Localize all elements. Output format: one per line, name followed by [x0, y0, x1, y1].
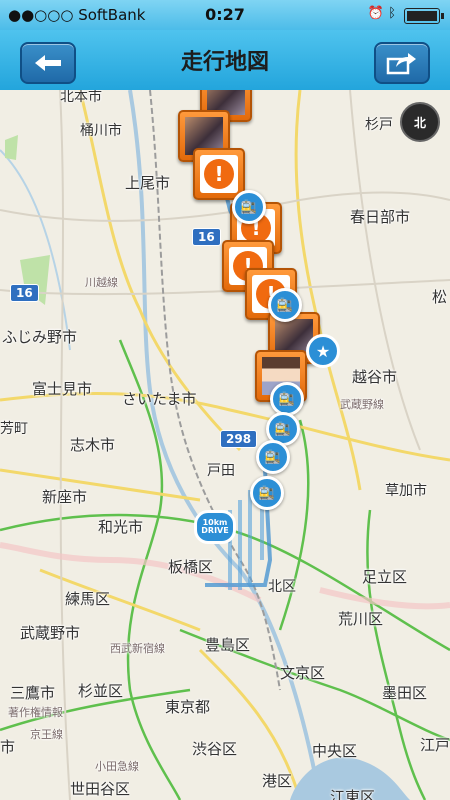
place-label: さいたま市	[122, 390, 197, 408]
highway-shield: 16	[192, 228, 221, 246]
place-label: 渋谷区	[192, 740, 238, 758]
alert-icon: !	[204, 159, 234, 189]
place-label: 荒川区	[338, 610, 384, 628]
place-label: 東京都	[165, 698, 211, 716]
train-stop-icon[interactable]: 🚉	[256, 440, 290, 474]
rail-label: 京王線	[30, 728, 63, 741]
place-label: 越谷市	[352, 368, 398, 386]
place-label: 練馬区	[65, 590, 111, 608]
map-view[interactable]: 北本市 桶川市 上尾市 杉戸 春日部市 川越線 ふじみ野市 富士見市 さいたま市…	[0, 90, 450, 800]
place-label: 芳町	[0, 421, 28, 437]
navigation-bar: 走行地図	[0, 30, 450, 91]
place-label: 戸田	[207, 463, 235, 479]
train-stop-icon[interactable]: 🚉	[250, 476, 284, 510]
rail-label: 武蔵野線	[340, 398, 384, 411]
place-label: 北本市	[60, 90, 102, 105]
drive-distance-badge[interactable]: 10km DRIVE	[194, 510, 236, 544]
place-label: 杉戸	[365, 117, 393, 133]
rail-label: 小田急線	[95, 760, 139, 773]
place-label: 和光市	[98, 518, 144, 536]
train-stop-icon[interactable]: 🚉	[232, 190, 266, 224]
share-icon	[386, 53, 416, 75]
place-label: 港区	[262, 772, 293, 790]
place-label: 三鷹市	[10, 684, 56, 702]
train-stop-icon[interactable]: 🚉	[268, 288, 302, 322]
place-label: 中央区	[312, 742, 358, 760]
alert-pin[interactable]: !	[193, 148, 245, 200]
place-label: 杉並区	[78, 682, 124, 700]
place-label: 松	[432, 288, 448, 306]
route-shield: 298	[220, 430, 258, 448]
share-button[interactable]	[374, 42, 430, 84]
place-label: 北区	[268, 579, 296, 595]
battery-icon	[404, 8, 444, 24]
place-label: 板橋区	[168, 558, 214, 576]
place-label: 春日部市	[350, 208, 411, 226]
place-label: 志木市	[70, 436, 116, 454]
place-label: 武蔵野市	[20, 624, 81, 642]
place-label: 世田谷区	[70, 780, 131, 798]
train-stop-icon[interactable]: 🚉	[270, 382, 304, 416]
status-icons: ⏰ ᛒ	[367, 6, 396, 21]
compass-icon[interactable]: 北	[400, 102, 440, 142]
highway-shield: 16	[10, 284, 39, 302]
status-bar: ●●○○○ SoftBank 0:27 ⏰ ᛒ	[0, 0, 450, 30]
place-label: 足立区	[362, 568, 408, 586]
place-label: 江東区	[330, 788, 376, 800]
place-label: 新座市	[42, 488, 88, 506]
place-label: 文京区	[280, 664, 326, 682]
place-label: 草加市	[385, 483, 427, 499]
place-label: ふじみ野市	[2, 328, 78, 346]
copyright-label[interactable]: 著作権情報	[8, 704, 63, 720]
rail-label: 川越線	[85, 276, 118, 289]
place-label: 江戸	[420, 736, 450, 754]
place-label: 富士見市	[32, 380, 93, 398]
place-label: 市	[0, 738, 16, 756]
place-label: 上尾市	[125, 174, 171, 192]
rail-label: 西武新宿線	[110, 642, 165, 655]
place-label: 豊島区	[205, 636, 251, 654]
favorite-star-icon[interactable]: ★	[306, 334, 340, 368]
place-label: 桶川市	[80, 123, 122, 139]
place-label: 墨田区	[382, 684, 428, 702]
